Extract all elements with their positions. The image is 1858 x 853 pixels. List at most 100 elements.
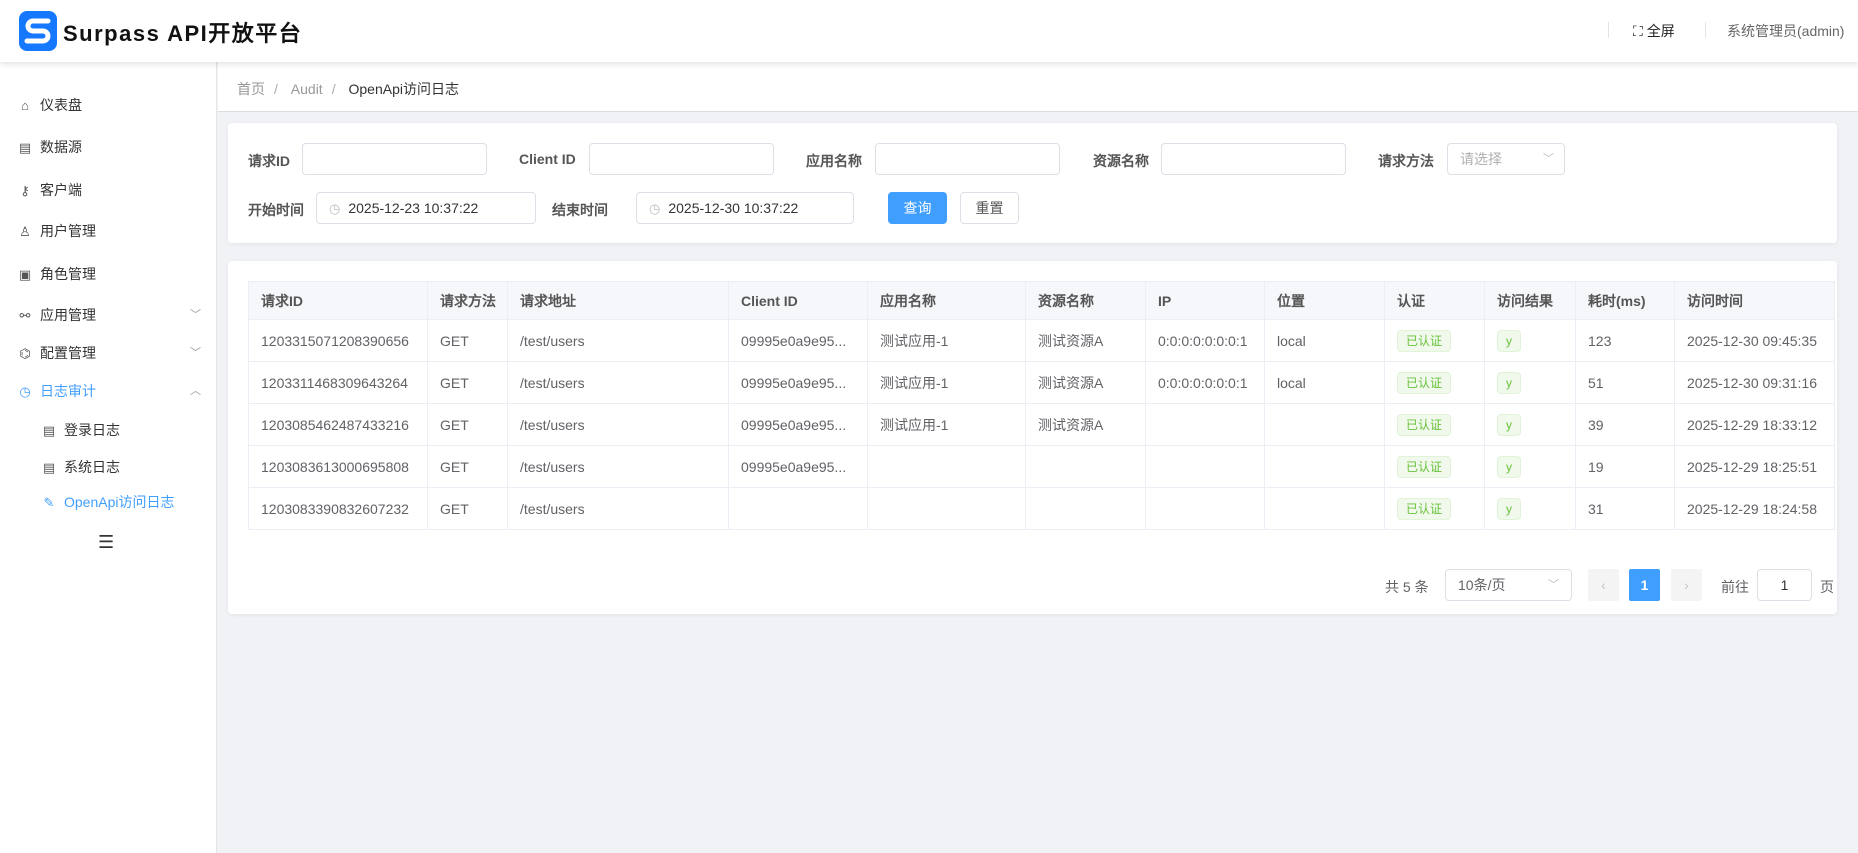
sidebar-item[interactable]: ⌂ 仪表盘: [16, 90, 201, 120]
page-suffix: 页: [1820, 579, 1834, 595]
table-cell: /test/users: [507, 487, 729, 530]
sidebar-subitem[interactable]: ✎ OpenApi访问日志: [40, 487, 225, 517]
sidebar-item-label: 数据源: [40, 139, 82, 155]
fullscreen-icon: ⛶: [1633, 23, 1647, 39]
column-header: 请求地址: [507, 281, 729, 320]
table-cell: 09995e0a9e95...: [728, 403, 868, 446]
table-cell: 1203083390832607232: [248, 487, 428, 530]
goto-page-input[interactable]: 1: [1757, 569, 1812, 601]
table-cell: 测试资源A: [1025, 319, 1146, 362]
app-name-input[interactable]: [875, 143, 1060, 175]
start-time-picker[interactable]: ◷ 2025-12-23 10:37:22: [316, 192, 536, 224]
table-cell: [1145, 445, 1265, 488]
page-size-select[interactable]: 10条/页 ﹀: [1445, 569, 1572, 601]
search-button[interactable]: 查询: [888, 192, 947, 224]
sidebar-item[interactable]: ⚯ 应用管理 ﹀: [16, 300, 201, 330]
reset-button[interactable]: 重置: [960, 192, 1019, 224]
table-cell: GET: [427, 487, 508, 530]
table-cell: 测试应用-1: [867, 319, 1026, 362]
column-header: 访问结果: [1484, 281, 1576, 320]
table-cell: [1145, 403, 1265, 446]
page-1-button[interactable]: 1: [1629, 569, 1660, 601]
sidebar-item-label: 应用管理: [40, 307, 96, 323]
column-header: 耗时(ms): [1575, 281, 1675, 320]
table-row[interactable]: 1203315071208390656 GET/test/users 09995e0…: [248, 319, 1835, 362]
sidebar-item[interactable]: ⌬ 配置管理 ﹀: [16, 338, 201, 368]
table-cell: GET: [427, 361, 508, 404]
result-badge: y: [1497, 329, 1521, 352]
table-row[interactable]: 1203083613000695808 GET/test/users 09995e0…: [248, 445, 1835, 488]
app-name-label: 应用名称: [806, 153, 862, 169]
breadcrumb-current: OpenApi访问日志: [348, 81, 459, 97]
sidebar-subitem[interactable]: ▤ 系统日志: [40, 452, 225, 482]
start-time-label: 开始时间: [248, 202, 304, 218]
table-row[interactable]: 1203311468309643264 GET/test/users 09995e0…: [248, 361, 1835, 404]
table-row[interactable]: 1203083390832607232 GET/test/users 已认证 y 31 2…: [248, 487, 1835, 530]
table-cell: 1203311468309643264: [248, 361, 428, 404]
sidebar-item[interactable]: ▣ 角色管理: [16, 259, 201, 289]
top-header: Surpass API开放平台 ⛶ 全屏 系统管理员(admin): [0, 0, 1858, 62]
table-header: 请求ID 请求方法 请求地址 Client ID 应用名称 资源名称 IP 位置 认证 访问结果耗…: [248, 281, 1835, 320]
prev-page-button[interactable]: ‹: [1588, 569, 1619, 601]
column-header: IP: [1145, 281, 1265, 320]
settings-icon: ⌬: [19, 346, 31, 361]
sidebar-item[interactable]: ⚷ 客户端: [16, 175, 201, 205]
table-cell: y: [1484, 403, 1576, 446]
table-row[interactable]: 1203085462487433216 GET/test/users 09995e0…: [248, 403, 1835, 446]
table-cell: 测试应用-1: [867, 403, 1026, 446]
table-cell: 19: [1575, 445, 1675, 488]
table-cell: local: [1264, 319, 1385, 362]
auth-status-badge: 已认证: [1397, 329, 1452, 352]
next-page-button[interactable]: ›: [1671, 569, 1702, 601]
table-cell: [1025, 445, 1146, 488]
table-cell: 09995e0a9e95...: [728, 361, 868, 404]
user-icon: ♙: [19, 224, 31, 239]
table-cell: 已认证: [1384, 361, 1485, 404]
table-cell: y: [1484, 319, 1576, 362]
chevron-down-icon: ﹀: [190, 309, 201, 321]
breadcrumb-home[interactable]: 首页: [237, 81, 265, 97]
sidebar-item[interactable]: ▤ 数据源: [16, 132, 201, 162]
table-cell: 已认证: [1384, 445, 1485, 488]
resource-name-input[interactable]: [1161, 143, 1346, 175]
result-badge: y: [1497, 455, 1521, 478]
user-menu[interactable]: 系统管理员(admin): [1727, 21, 1844, 41]
sidebar-item[interactable]: ♙ 用户管理: [16, 216, 201, 246]
table-cell: 测试应用-1: [867, 361, 1026, 404]
client-id-input[interactable]: [589, 143, 774, 175]
table-cell: 1203085462487433216: [248, 403, 428, 446]
table-cell: 2025-12-29 18:25:51: [1674, 445, 1835, 488]
goto-label: 前往: [1721, 579, 1749, 595]
chevron-down-icon: ﹀: [190, 347, 201, 359]
clock-icon: ◷: [649, 201, 661, 216]
method-label: 请求方法: [1378, 153, 1434, 169]
method-select[interactable]: 请选择 ﹀: [1447, 143, 1565, 175]
end-time-label: 结束时间: [552, 202, 608, 218]
sidebar-subitem-label: 登录日志: [64, 422, 120, 438]
sidebar-item-label: 仪表盘: [40, 97, 82, 113]
collapse-sidebar-icon[interactable]: ☰: [98, 532, 114, 553]
table-cell: 测试资源A: [1025, 403, 1146, 446]
client-id-label: Client ID: [519, 151, 576, 167]
column-header: 位置: [1264, 281, 1385, 320]
app-title: Surpass API开放平台: [63, 21, 303, 46]
table-cell: 31: [1575, 487, 1675, 530]
column-header: 请求ID: [248, 281, 428, 320]
end-time-picker[interactable]: ◷ 2025-12-30 10:37:22: [636, 192, 854, 224]
results-panel: 请求ID 请求方法 请求地址 Client ID 应用名称 资源名称 IP 位置 认证 访问结果耗…: [228, 261, 1837, 614]
table-cell: 123: [1575, 319, 1675, 362]
request-id-input[interactable]: [302, 143, 487, 175]
sidebar-item-label: 用户管理: [40, 223, 96, 239]
key-icon: ⚷: [20, 183, 30, 198]
chevron-down-icon: ﹀: [1548, 579, 1559, 591]
breadcrumb-audit[interactable]: Audit: [291, 81, 323, 97]
table-cell: 测试资源A: [1025, 361, 1146, 404]
sidebar-item[interactable]: ◷ 日志审计 ︿: [16, 376, 201, 406]
log-table: 请求ID 请求方法 请求地址 Client ID 应用名称 资源名称 IP 位置 认证 访问结果耗…: [248, 281, 1835, 530]
sidebar-item-label: 客户端: [40, 182, 82, 198]
fullscreen-button[interactable]: ⛶ 全屏: [1633, 21, 1675, 41]
total-count: 共 5 条: [1385, 579, 1429, 595]
sidebar-subitem[interactable]: ▤ 登录日志: [40, 415, 225, 445]
table-cell: GET: [427, 403, 508, 446]
fullscreen-label: 全屏: [1646, 23, 1675, 39]
